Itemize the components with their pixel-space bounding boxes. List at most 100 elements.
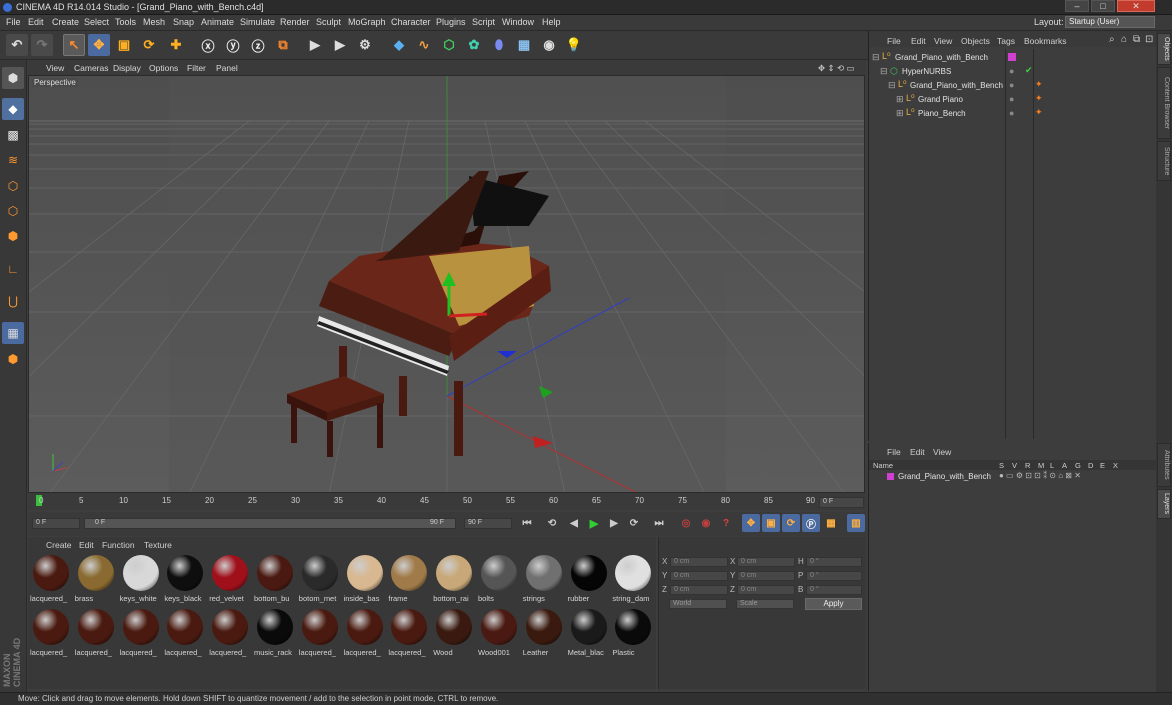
light-icon[interactable]: 💡 xyxy=(563,34,585,56)
material-swatch[interactable]: lacquered_ xyxy=(209,607,251,659)
expand-icon[interactable]: ⊞ xyxy=(896,94,904,105)
key-rotation-icon[interactable]: ⟳ xyxy=(782,514,800,532)
move-tool-icon[interactable]: ✥ xyxy=(88,34,110,56)
nurbs-icon[interactable]: ⬡ xyxy=(438,34,460,56)
next-key-icon[interactable]: ⟳ xyxy=(625,514,643,532)
world-select[interactable]: World xyxy=(669,599,727,609)
previous-key-icon[interactable]: ⟲ xyxy=(543,514,561,532)
spline-icon[interactable]: ∿ xyxy=(413,34,435,56)
material-swatch[interactable]: lacquered_ xyxy=(75,607,117,659)
tab-content-browser[interactable]: Content Browser xyxy=(1157,67,1171,139)
collapse-icon[interactable]: ⊟ xyxy=(872,52,880,63)
model-mode-icon[interactable]: ◆ xyxy=(2,98,24,120)
scale-tool-icon[interactable]: ▣ xyxy=(113,34,135,56)
menu-help[interactable]: Help xyxy=(542,17,561,27)
material-swatch[interactable]: lacquered_ xyxy=(299,607,341,659)
menu-mograph[interactable]: MoGraph xyxy=(348,17,386,27)
render-picture-viewer-icon[interactable]: ▶ xyxy=(329,34,351,56)
autokey-icon[interactable]: ◉ xyxy=(697,514,715,532)
viewport-menu-filter[interactable]: Filter xyxy=(187,63,206,73)
search-icon[interactable]: ⌕ xyxy=(1109,34,1115,45)
collapse-icon[interactable]: ⊟ xyxy=(888,80,896,91)
material-swatch[interactable]: keys_white xyxy=(120,553,162,605)
menu-file[interactable]: File xyxy=(6,17,21,27)
object-row-hypernurbs[interactable]: ⊟ ⬡ HyperNURBS ● ✔ xyxy=(869,65,1155,79)
enabled-check-icon[interactable]: ✔ xyxy=(1025,65,1033,76)
close-button[interactable]: ✕ xyxy=(1117,0,1155,12)
3d-viewport[interactable]: Perspective xyxy=(28,75,865,493)
viewport-menu-options[interactable]: Options xyxy=(149,63,178,73)
key-position-icon[interactable]: ✥ xyxy=(742,514,760,532)
visibility-dot-icon[interactable]: ● xyxy=(1009,80,1014,90)
layer-toggle-icons[interactable]: ● ▭ ⚙ ⊡ ⊡ ⁑ ⊙ ⌂ ⊠ ✕ xyxy=(999,471,1081,480)
material-menu-create[interactable]: Create xyxy=(46,540,72,550)
viewport-menu-display[interactable]: Display xyxy=(113,63,141,73)
position-y-field[interactable]: 0 cm xyxy=(670,571,728,581)
menu-tools[interactable]: Tools xyxy=(115,17,136,27)
menu-edit[interactable]: Edit xyxy=(28,17,44,27)
workplane-icon[interactable]: ▦ xyxy=(2,322,24,344)
menu-animate[interactable]: Animate xyxy=(201,17,234,27)
visibility-dot-icon[interactable]: ● xyxy=(1009,108,1014,118)
render-view-icon[interactable]: ▶ xyxy=(304,34,326,56)
frame-range-slider[interactable]: 0 F 90 F xyxy=(84,518,456,529)
key-parameter-icon[interactable]: Ⓟ xyxy=(802,514,820,532)
tab-attributes[interactable]: Attributes xyxy=(1157,443,1171,487)
layout-select[interactable]: Startup (User) xyxy=(1065,16,1155,28)
key-pla-icon[interactable]: ▦ xyxy=(822,514,840,532)
material-swatch[interactable]: rubber xyxy=(568,553,610,605)
rotation-p-field[interactable]: 0 ° xyxy=(806,571,862,581)
object-menu-edit[interactable]: Edit xyxy=(911,36,926,46)
material-swatch[interactable]: string_dam xyxy=(612,553,654,605)
make-editable-icon[interactable]: ⬢ xyxy=(2,67,24,89)
floor-icon[interactable]: ▦ xyxy=(513,34,535,56)
object-menu-objects[interactable]: Objects xyxy=(961,36,990,46)
z-axis-lock-icon[interactable]: ⓩ xyxy=(247,34,269,56)
material-menu-texture[interactable]: Texture xyxy=(144,540,172,550)
viewport-menu-panel[interactable]: Panel xyxy=(216,63,238,73)
coordinate-system-icon[interactable]: ⧉ xyxy=(272,34,294,56)
workplane-mode-icon[interactable]: ≋ xyxy=(2,149,24,171)
position-z-field[interactable]: 0 cm xyxy=(670,585,728,595)
polygons-mode-icon[interactable]: ⬢ xyxy=(2,225,24,247)
minimize-button[interactable]: – xyxy=(1065,0,1089,12)
material-swatch[interactable]: strings xyxy=(523,553,565,605)
end-frame-field[interactable]: 90 F xyxy=(464,518,512,529)
material-swatch[interactable]: keys_black xyxy=(164,553,206,605)
key-scale-icon[interactable]: ▣ xyxy=(762,514,780,532)
menu-render[interactable]: Render xyxy=(280,17,310,27)
maximize-button[interactable]: □ xyxy=(1091,0,1115,12)
camera-icon[interactable]: ◉ xyxy=(538,34,560,56)
menu-character[interactable]: Character xyxy=(391,17,431,27)
object-menu-file[interactable]: File xyxy=(887,36,901,46)
lock-workplane-icon[interactable]: ⬢ xyxy=(2,348,24,370)
material-menu-edit[interactable]: Edit xyxy=(79,540,94,550)
material-swatch[interactable]: Metal_blac xyxy=(568,607,610,659)
timeline-window-icon[interactable]: ▥ xyxy=(847,514,865,532)
menu-snap[interactable]: Snap xyxy=(173,17,194,27)
x-axis-lock-icon[interactable]: ⓧ xyxy=(197,34,219,56)
new-window-icon[interactable]: ⧉ xyxy=(1133,34,1140,45)
viewport-menu-view[interactable]: View xyxy=(46,63,64,73)
material-swatch[interactable]: frame xyxy=(388,553,430,605)
material-swatch[interactable]: bottom_rai xyxy=(433,553,475,605)
deformer-icon[interactable]: ⬮ xyxy=(488,34,510,56)
layer-menu-edit[interactable]: Edit xyxy=(910,447,925,457)
object-menu-tags[interactable]: Tags xyxy=(997,36,1015,46)
render-settings-icon[interactable]: ⚙ xyxy=(354,34,376,56)
tab-structure[interactable]: Structure xyxy=(1157,141,1171,181)
object-row-piano-bench[interactable]: ⊞ L⁰ Piano_Bench ● ✦ xyxy=(869,107,1155,121)
material-swatch[interactable]: bottom_bu xyxy=(254,553,296,605)
expand-icon[interactable]: ⊞ xyxy=(896,108,904,119)
live-selection-icon[interactable]: ↖ xyxy=(63,34,85,56)
tab-layers[interactable]: Layers xyxy=(1157,489,1171,519)
object-menu-bookmarks[interactable]: Bookmarks xyxy=(1024,36,1067,46)
go-to-end-icon[interactable]: ⏭ xyxy=(650,514,668,532)
visibility-dot-icon[interactable]: ● xyxy=(1009,94,1014,104)
play-icon[interactable]: ▶ xyxy=(585,514,603,532)
material-swatch[interactable]: Leather xyxy=(523,607,565,659)
material-swatch[interactable]: brass xyxy=(75,553,117,605)
rotation-h-field[interactable]: 0 ° xyxy=(806,557,862,567)
material-swatch[interactable]: lacquered_ xyxy=(388,607,430,659)
rotate-tool-icon[interactable]: ⟳ xyxy=(138,34,160,56)
